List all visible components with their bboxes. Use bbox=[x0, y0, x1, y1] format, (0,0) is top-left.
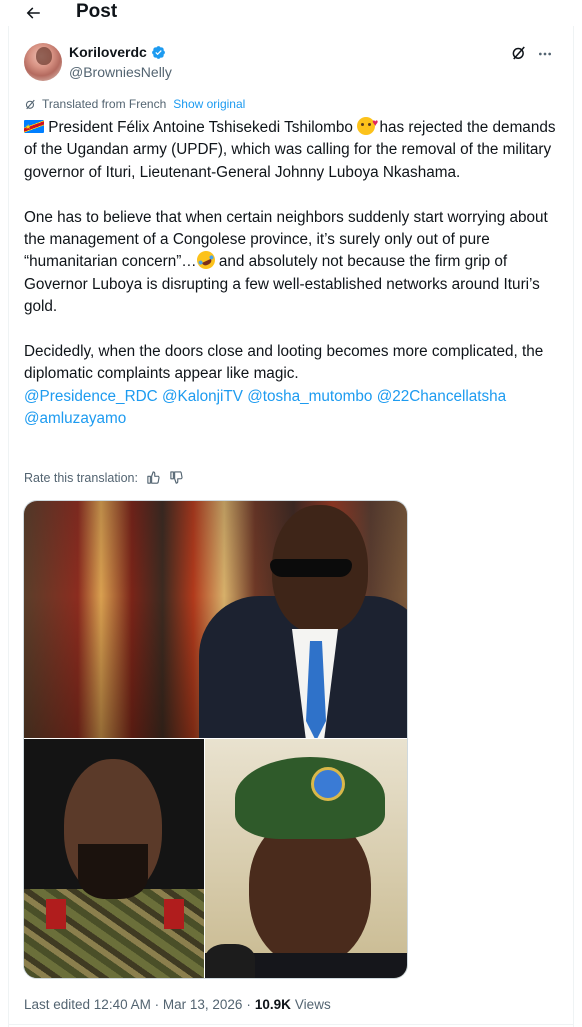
collar-tab bbox=[46, 899, 66, 929]
figure-sunglasses bbox=[270, 559, 352, 577]
rate-translation-label: Rate this translation: bbox=[24, 470, 138, 485]
tweet-text-segment: Decidedly, when the doors close and loot… bbox=[24, 343, 544, 383]
collar-tab bbox=[164, 899, 184, 929]
translated-label: Translated from French bbox=[42, 97, 167, 111]
beret-badge bbox=[311, 767, 345, 801]
divider bbox=[8, 1024, 574, 1025]
photo-president-parade[interactable] bbox=[24, 501, 407, 738]
rate-translation-row: Rate this translation: bbox=[24, 470, 184, 485]
top-bar: Post bbox=[0, 0, 582, 26]
figure-beret bbox=[235, 757, 385, 839]
avatar[interactable] bbox=[24, 43, 62, 81]
tweet-text-segment: President Félix Antoine Tshisekedi Tshil… bbox=[48, 119, 353, 136]
tweet-paragraph-2: One has to believe that when certain nei… bbox=[24, 207, 558, 319]
translation-notice: Translated from French Show original bbox=[24, 97, 245, 111]
tweet-text: President Félix Antoine Tshisekedi Tshil… bbox=[24, 113, 558, 431]
views-label: Views bbox=[294, 997, 331, 1012]
back-button[interactable] bbox=[22, 2, 44, 24]
author-name-row[interactable]: Koriloverdc bbox=[69, 44, 166, 60]
edited-timestamp[interactable]: Last edited 12:40 AM · Mar 13, 2026 bbox=[24, 997, 242, 1012]
views-count: 10.9K bbox=[254, 997, 291, 1012]
microphone bbox=[205, 944, 255, 978]
grok-button[interactable] bbox=[510, 44, 530, 64]
tweet-metadata: Last edited 12:40 AM · Mar 13, 2026 · 10… bbox=[24, 997, 331, 1012]
arrow-left-icon bbox=[26, 7, 40, 19]
media-grid[interactable] bbox=[23, 500, 408, 979]
mention-link[interactable]: @Presidence_RDC bbox=[24, 388, 158, 405]
smiling-face-with-hearts-emoji bbox=[357, 113, 378, 135]
photo-ituri-governor[interactable] bbox=[205, 739, 407, 978]
thumbs-down-icon[interactable] bbox=[169, 470, 184, 485]
tweet-paragraph-3: Decidedly, when the doors close and loot… bbox=[24, 341, 558, 431]
verified-badge-icon bbox=[151, 45, 165, 59]
translate-icon bbox=[25, 99, 35, 109]
separator-dot: · bbox=[246, 997, 251, 1012]
more-horizontal-icon bbox=[539, 52, 551, 56]
rolling-on-floor-laughing-emoji bbox=[193, 248, 218, 273]
more-button[interactable] bbox=[535, 44, 555, 64]
author-handle[interactable]: @BrowniesNelly bbox=[69, 64, 172, 80]
thumbs-up-icon[interactable] bbox=[146, 470, 161, 485]
page-title: Post bbox=[76, 1, 118, 22]
drc-flag-emoji bbox=[24, 120, 44, 133]
photo-ugandan-general[interactable] bbox=[24, 739, 204, 978]
mention-link[interactable]: @amluzayamo bbox=[24, 410, 126, 427]
mention-link[interactable]: @tosha_mutombo bbox=[247, 388, 372, 405]
show-original-link[interactable]: Show original bbox=[173, 97, 245, 111]
tweet-paragraph-1: President Félix Antoine Tshisekedi Tshil… bbox=[24, 113, 558, 184]
author-display-name[interactable]: Koriloverdc bbox=[69, 44, 147, 60]
figure-beard bbox=[78, 844, 148, 899]
mention-link[interactable]: @KalonjiTV bbox=[162, 388, 243, 405]
grok-icon bbox=[512, 46, 525, 60]
mention-link[interactable]: @22Chancellatsha bbox=[377, 388, 507, 405]
figure-face bbox=[249, 817, 371, 967]
